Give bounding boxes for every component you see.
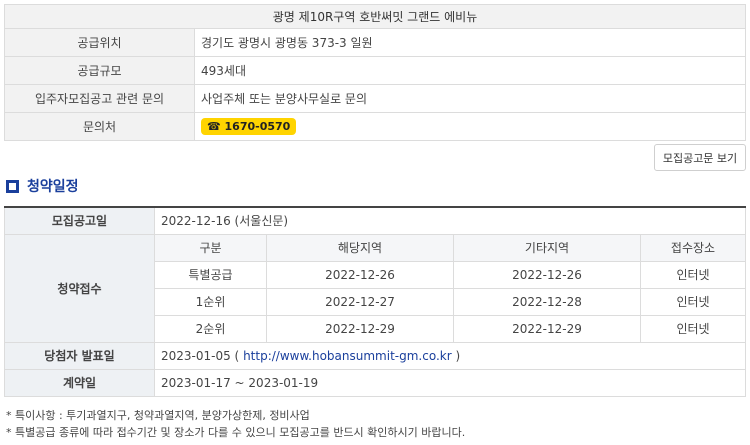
- column-header: 해당지역: [266, 233, 454, 262]
- schedule-table: 모집공고일 2022-12-16 (서울신문) 청약접수 구분 해당지역 기타지…: [4, 206, 746, 397]
- info-value: 경기도 광명시 광명동 373-3 일원: [194, 28, 746, 57]
- table-cell: 1순위: [154, 287, 267, 316]
- table-cell: 2022-12-29: [453, 314, 641, 343]
- schedule-row-contract: 계약일 2023-01-17 ~ 2023-01-19: [4, 368, 746, 397]
- info-value: 493세대: [194, 56, 746, 85]
- schedule-row-winner: 당첨자 발표일 2023-01-05 ( http://www.hobansum…: [4, 341, 746, 370]
- winner-site-link[interactable]: http://www.hobansummit-gm.co.kr: [243, 349, 452, 363]
- winner-close: ): [455, 348, 461, 363]
- info-label: 입주자모집공고 관련 문의: [4, 84, 195, 113]
- winner-date: 2023-01-05 (: [161, 348, 240, 363]
- schedule-label: 모집공고일: [4, 206, 155, 235]
- table-cell: 2022-12-28: [453, 287, 641, 316]
- table-cell: 2022-12-26: [453, 260, 641, 289]
- info-row-contact: 문의처 ☎ 1670-0570: [4, 112, 746, 141]
- schedule-value: 2023-01-05 ( http://www.hobansummit-gm.c…: [154, 341, 746, 370]
- section-header: 청약일정: [6, 176, 79, 196]
- section-title: 청약일정: [27, 179, 79, 195]
- table-cell: 2022-12-27: [266, 287, 454, 316]
- column-header: 접수장소: [640, 233, 746, 262]
- column-header: 기타지역: [453, 233, 641, 262]
- square-bullet-icon: [6, 179, 19, 193]
- info-label: 문의처: [4, 112, 195, 141]
- phone-badge[interactable]: ☎ 1670-0570: [201, 118, 297, 135]
- info-value: 사업주체 또는 분양사무실로 문의: [194, 84, 746, 113]
- info-row-location: 공급위치 경기도 광명시 광명동 373-3 일원: [4, 28, 746, 57]
- table-cell: 2022-12-26: [266, 260, 454, 289]
- table-cell: 2순위: [154, 314, 267, 343]
- table-cell: 2022-12-29: [266, 314, 454, 343]
- info-row-inquiry: 입주자모집공고 관련 문의 사업주체 또는 분양사무실로 문의: [4, 84, 746, 113]
- schedule-label: 청약접수: [4, 233, 155, 343]
- table-cell: 인터넷: [640, 260, 746, 289]
- info-label: 공급위치: [4, 28, 195, 57]
- schedule-value: 2023-01-17 ~ 2023-01-19: [154, 368, 746, 397]
- schedule-label: 계약일: [4, 368, 155, 397]
- column-header: 구분: [154, 233, 267, 262]
- info-row-scale: 공급규모 493세대: [4, 56, 746, 85]
- complex-title: 광명 제10R구역 호반써밋 그랜드 에비뉴: [4, 4, 746, 29]
- notes: * 특이사항 : 투기과열지구, 청약과열지역, 분양가상한제, 정비사업 * …: [6, 407, 465, 441]
- schedule-label: 당첨자 발표일: [4, 341, 155, 370]
- note-line: * 특별공급 종류에 따라 접수기간 및 장소가 다를 수 있으니 모집공고를 …: [6, 426, 466, 439]
- info-label: 공급규모: [4, 56, 195, 85]
- schedule-header-row: 청약접수 구분 해당지역 기타지역 접수장소: [4, 233, 746, 343]
- table-cell: 특별공급: [154, 260, 267, 289]
- table-cell: 인터넷: [640, 287, 746, 316]
- schedule-row-announce: 모집공고일 2022-12-16 (서울신문): [4, 206, 746, 235]
- note-line: * 특이사항 : 투기과열지구, 청약과열지역, 분양가상한제, 정비사업: [6, 409, 310, 422]
- info-value: ☎ 1670-0570: [194, 112, 746, 141]
- schedule-value: 2022-12-16 (서울신문): [154, 206, 746, 235]
- complex-info-table: 광명 제10R구역 호반써밋 그랜드 에비뉴 공급위치 경기도 광명시 광명동 …: [4, 4, 746, 141]
- view-notice-button[interactable]: 모집공고문 보기: [654, 144, 746, 171]
- table-cell: 인터넷: [640, 314, 746, 343]
